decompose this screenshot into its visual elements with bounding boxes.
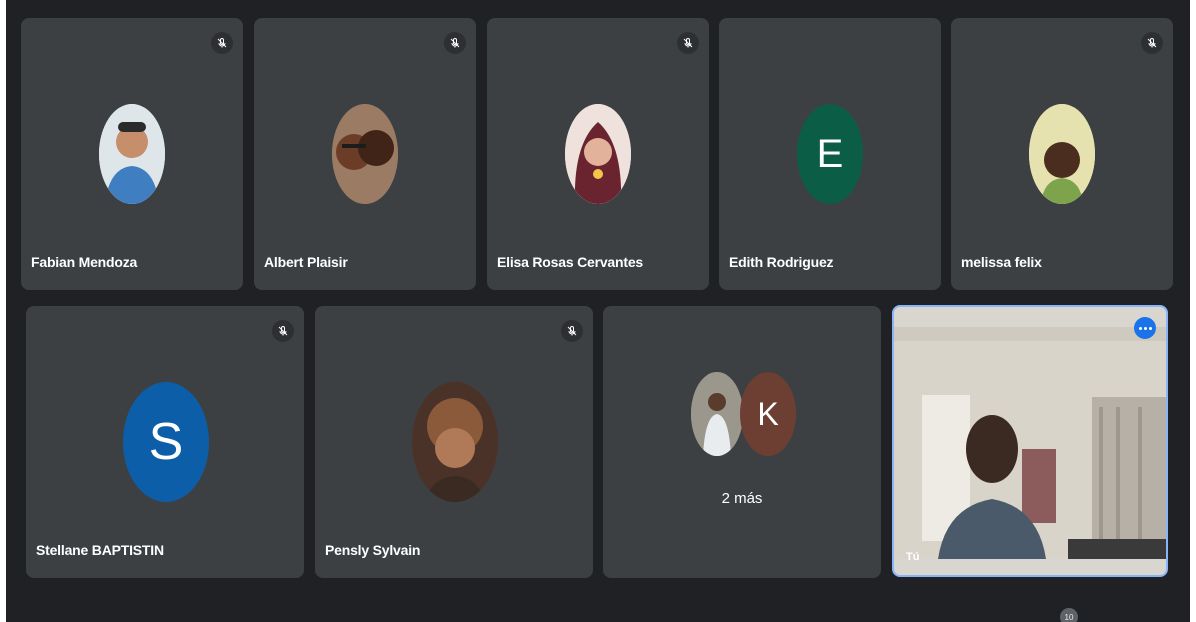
avatar [412,382,498,502]
overflow-tile[interactable]: K 2 más [603,306,881,578]
participant-count: 10 [1064,612,1074,622]
avatar [1029,104,1095,204]
avatar: S [123,382,209,502]
microphone-off-icon [211,32,233,54]
participant-tile[interactable]: Fabian Mendoza [21,18,243,290]
participant-tile[interactable]: Albert Plaisir [254,18,476,290]
microphone-off-icon [1141,32,1163,54]
participant-tile[interactable]: Pensly Sylvain [315,306,593,578]
microphone-off-icon [444,32,466,54]
avatar: K [740,372,796,456]
avatar [565,104,631,204]
meeting-grid: Fabian Mendoza Albert Plaisir Elisa Rosa… [6,0,1190,622]
avatar-letter: S [148,413,184,471]
participant-name: Pensly Sylvain [325,542,421,558]
participant-name: Elisa Rosas Cervantes [497,254,643,270]
participant-tile[interactable]: S Stellane BAPTISTIN [26,306,304,578]
more-options-icon[interactable] [1134,317,1156,339]
avatar: E [797,104,863,204]
self-label: Tú [906,551,920,563]
participant-tile[interactable]: Elisa Rosas Cervantes [487,18,709,290]
avatar [691,372,743,456]
avatar [332,104,398,204]
camera-feed [894,327,1166,559]
microphone-off-icon [272,320,294,342]
participant-name: Stellane BAPTISTIN [36,542,164,558]
self-view-tile[interactable]: Tú [892,305,1168,577]
participant-tile[interactable]: melissa felix [951,18,1173,290]
participant-count-badge[interactable]: 10 [1060,608,1078,622]
avatar-letter: E [816,131,844,176]
avatar [99,104,165,204]
participant-name: Edith Rodriguez [729,254,834,270]
participant-name: Albert Plaisir [264,254,348,270]
participant-tile[interactable]: E Edith Rodriguez [719,18,941,290]
microphone-off-icon [677,32,699,54]
avatar-letter: K [757,395,779,432]
more-participants-label: 2 más [721,490,763,507]
participant-name: Fabian Mendoza [31,254,138,270]
participant-name: melissa felix [961,254,1042,270]
microphone-off-icon [561,320,583,342]
